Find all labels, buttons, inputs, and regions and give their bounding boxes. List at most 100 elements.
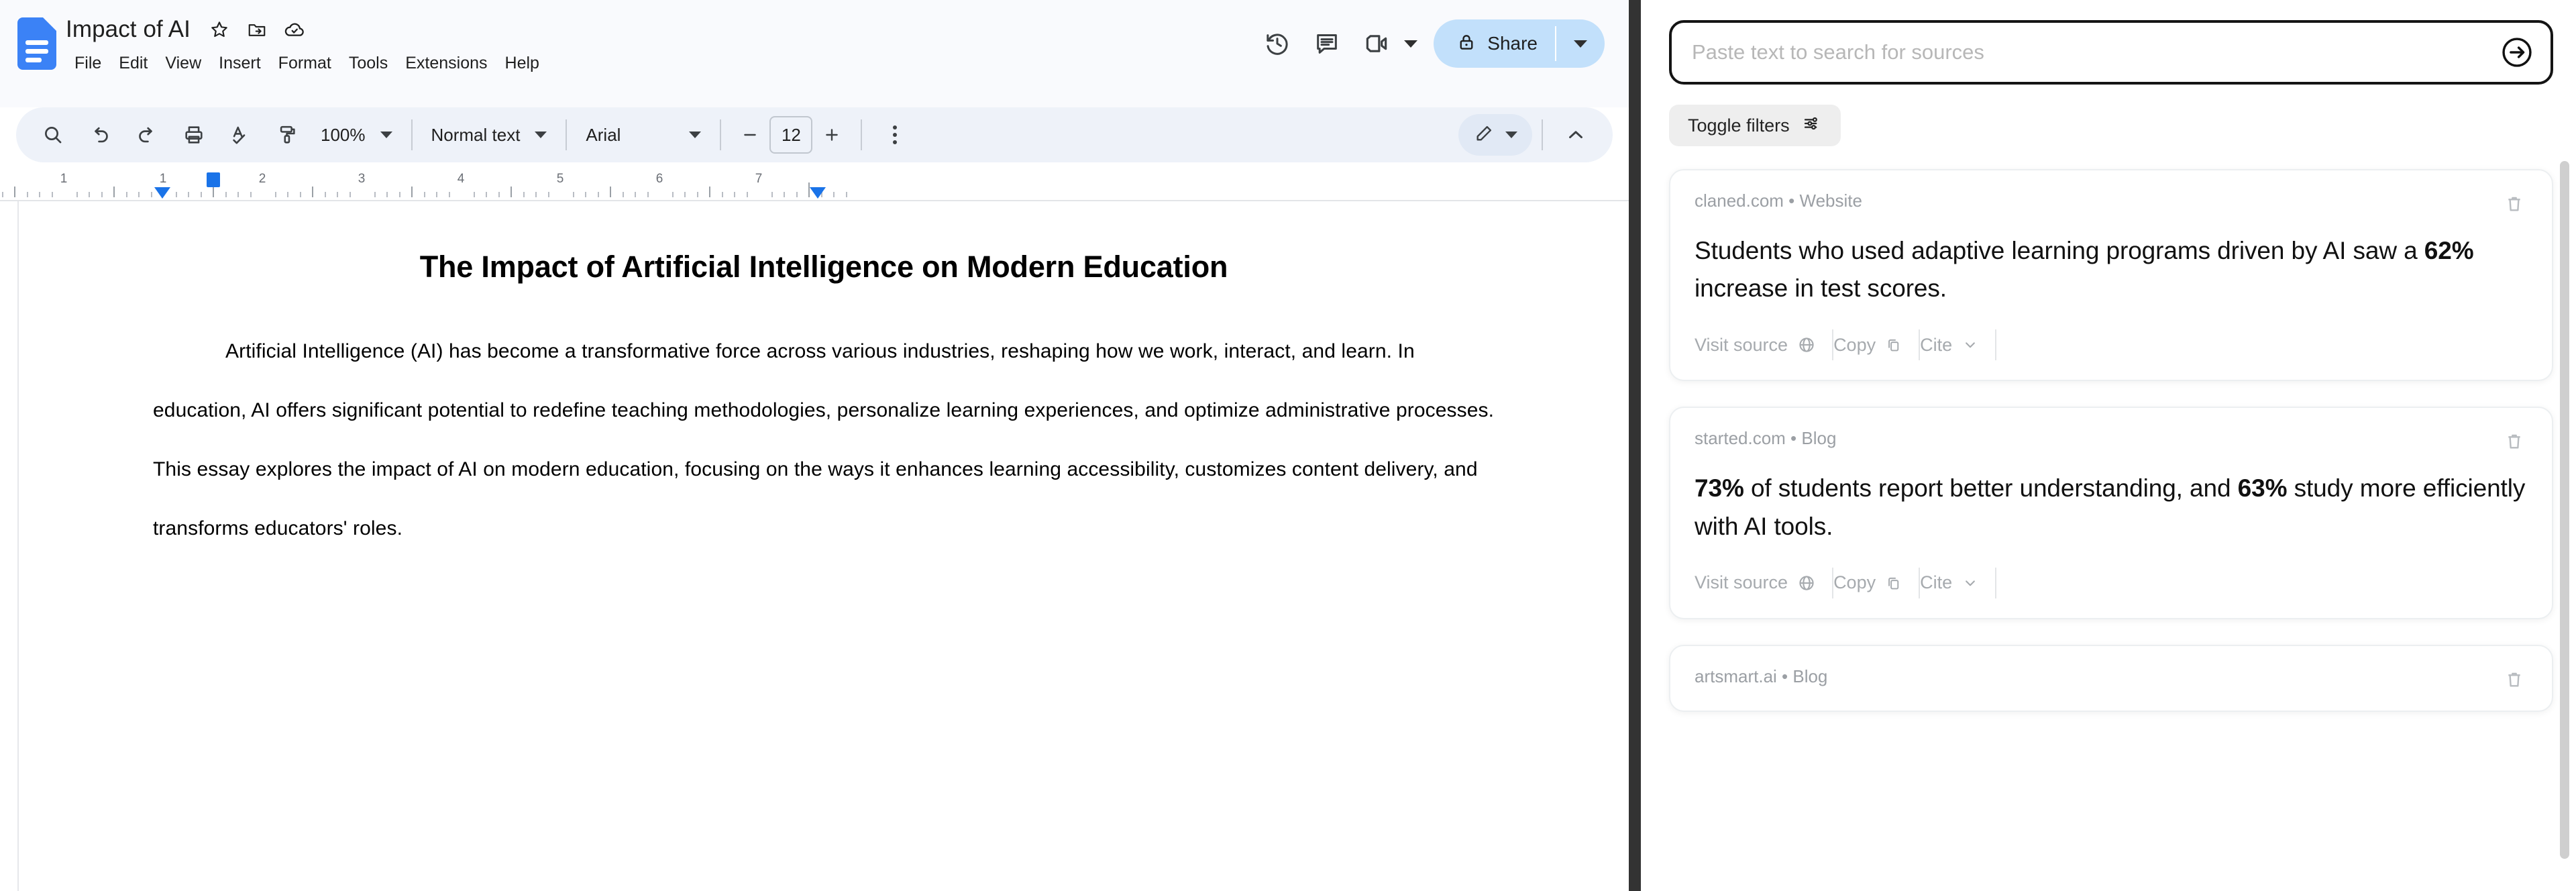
quote-text: Students who used adaptive learning prog…	[1695, 237, 2424, 264]
menu-item-format[interactable]: Format	[270, 50, 340, 77]
undo-icon[interactable]	[79, 114, 121, 156]
globe-icon	[1797, 335, 1816, 354]
redo-icon[interactable]	[126, 114, 168, 156]
ruler-tick	[299, 192, 301, 197]
arrow-right-circle-icon[interactable]	[2498, 34, 2536, 71]
source-search-box[interactable]	[1669, 20, 2553, 85]
ruler-tick	[523, 192, 525, 197]
ruler-tick	[398, 192, 400, 197]
quote-text: increase in test scores.	[1695, 274, 1947, 303]
visit-source-button[interactable]: Visit source	[1695, 335, 1832, 356]
star-icon[interactable]	[208, 18, 231, 41]
menu-item-view[interactable]: View	[156, 50, 210, 77]
source-card[interactable]: artsmart.ai • Blog	[1669, 644, 2553, 712]
toolbar-divider	[411, 119, 413, 150]
search-icon[interactable]	[32, 114, 74, 156]
toolbar-right-group	[1458, 114, 1599, 156]
paint-format-icon[interactable]	[267, 114, 309, 156]
share-button-group[interactable]: Share	[1434, 19, 1605, 68]
chevron-up-icon[interactable]	[1555, 114, 1597, 156]
source-card[interactable]: started.com • Blog 73% of students repor…	[1669, 407, 2553, 619]
edit-mode-button[interactable]	[1458, 114, 1532, 156]
ruler-tick	[312, 187, 313, 197]
menu-bar: File Edit View Insert Format Tools Exten…	[63, 50, 1252, 77]
document-heading[interactable]: The Impact of Artificial Intelligence on…	[19, 250, 1629, 284]
ruler-tick	[473, 192, 475, 197]
document-paragraph[interactable]: Artificial Intelligence (AI) has become …	[153, 322, 1495, 558]
toggle-filters-label: Toggle filters	[1688, 115, 1790, 136]
menu-item-insert[interactable]: Insert	[210, 50, 270, 77]
visit-source-label: Visit source	[1695, 572, 1788, 593]
font-family-selector[interactable]: Arial	[576, 114, 710, 156]
menu-item-edit[interactable]: Edit	[110, 50, 156, 77]
search-input[interactable]	[1692, 40, 2498, 64]
first-line-indent-marker[interactable]	[207, 172, 220, 187]
copy-button[interactable]: Copy	[1833, 572, 1919, 593]
document-page-area: The Impact of Artificial Intelligence on…	[0, 201, 1629, 891]
google-docs-icon[interactable]	[17, 17, 56, 70]
ruler-tick	[188, 192, 189, 197]
ruler-tick	[337, 192, 338, 197]
panel-divider	[1629, 0, 1641, 891]
document-ruler[interactable]: 1 1 2 3 4 5 6 7	[0, 166, 1629, 201]
left-indent-marker[interactable]	[154, 187, 170, 199]
font-size-stepper[interactable]: 12	[735, 116, 847, 154]
filters-row: Toggle filters	[1669, 105, 2553, 146]
trash-icon[interactable]	[2501, 666, 2528, 693]
menu-item-file[interactable]: File	[66, 50, 110, 77]
cite-button[interactable]: Cite	[1920, 572, 1995, 593]
share-label: Share	[1487, 33, 1538, 54]
kebab-more-icon[interactable]	[874, 114, 916, 156]
paragraph-style-selector[interactable]: Normal text	[422, 114, 557, 156]
menu-item-help[interactable]: Help	[496, 50, 548, 77]
ruler-tick	[746, 192, 748, 197]
font-size-input[interactable]: 12	[769, 116, 813, 154]
source-quote: Students who used adaptive learning prog…	[1695, 232, 2528, 307]
ruler-tick	[610, 187, 611, 197]
move-to-folder-icon[interactable]	[246, 18, 268, 41]
panel-scrollbar[interactable]	[2560, 161, 2569, 859]
action-divider	[1995, 567, 1997, 598]
toggle-filters-button[interactable]: Toggle filters	[1669, 105, 1841, 146]
cite-label: Cite	[1920, 334, 1953, 355]
print-icon[interactable]	[173, 114, 215, 156]
document-title[interactable]: Impact of AI	[63, 16, 191, 43]
toolbar-divider	[720, 119, 722, 150]
ruler-tick	[374, 192, 376, 197]
share-button[interactable]: Share	[1434, 19, 1556, 68]
increase-font-size-button[interactable]	[816, 119, 847, 150]
cloud-saved-icon[interactable]	[283, 18, 306, 41]
decrease-font-size-button[interactable]	[735, 119, 765, 150]
zoom-selector[interactable]: 100%	[311, 114, 402, 156]
ruler-number: 1	[159, 172, 167, 186]
chevron-down-icon	[1505, 132, 1517, 138]
meet-camera-icon[interactable]	[1352, 19, 1401, 68]
trash-icon[interactable]	[2501, 428, 2528, 455]
comment-icon[interactable]	[1302, 19, 1352, 68]
trash-icon[interactable]	[2501, 191, 2528, 217]
meet-caret-down-icon[interactable]	[1404, 40, 1418, 48]
source-card-header: started.com • Blog	[1695, 428, 2528, 455]
meet-call-control[interactable]	[1352, 19, 1418, 68]
cite-button[interactable]: Cite	[1920, 335, 1995, 356]
version-history-icon[interactable]	[1252, 19, 1302, 68]
chevron-down-icon	[1962, 336, 1979, 354]
spellcheck-icon[interactable]	[220, 114, 262, 156]
document-page[interactable]: The Impact of Artificial Intelligence on…	[17, 201, 1629, 891]
visit-source-button[interactable]: Visit source	[1695, 572, 1832, 593]
ruler-tick	[721, 192, 723, 197]
menu-item-tools[interactable]: Tools	[340, 50, 396, 77]
copy-button[interactable]: Copy	[1833, 335, 1919, 356]
ruler-tick	[411, 187, 413, 197]
source-card[interactable]: claned.com • Website Students who used a…	[1669, 169, 2553, 382]
caret-down-icon	[1574, 40, 1587, 48]
right-indent-marker[interactable]	[810, 187, 826, 199]
source-origin: claned.com • Website	[1695, 191, 1862, 211]
toolbar-divider	[861, 119, 863, 150]
ruler-tick	[572, 192, 574, 197]
share-dropdown-button[interactable]	[1556, 19, 1605, 68]
ruler-tick	[547, 192, 549, 197]
menu-item-extensions[interactable]: Extensions	[396, 50, 496, 77]
ruler-tick	[635, 192, 636, 197]
ruler-tick	[709, 187, 710, 197]
